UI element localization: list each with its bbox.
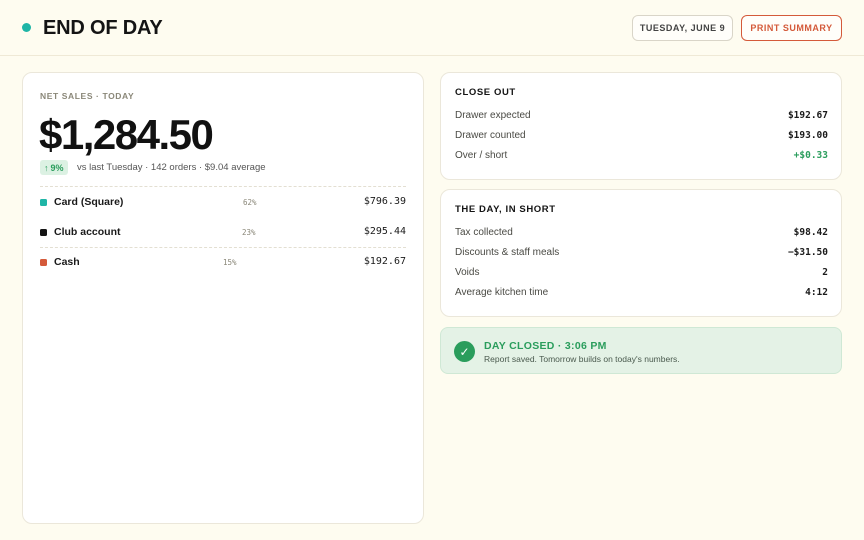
row-value: 4:12 xyxy=(805,287,828,298)
net-sales-eyebrow: NET SALES · TODAY xyxy=(40,91,135,101)
day-closed-banner: ✓ DAY CLOSED · 3:06 PM Report saved. Tom… xyxy=(440,327,842,374)
over-short-value: +$0.33 xyxy=(793,150,828,161)
row-value: 2 xyxy=(822,267,828,278)
method-amount: $796.39 xyxy=(363,196,406,207)
payment-method-row: Club account 23% $295.44 xyxy=(40,225,406,241)
summary-row: Discounts & staff meals −$31.50 xyxy=(455,247,828,261)
page-title: END OF DAY xyxy=(43,17,163,39)
row-value: −$31.50 xyxy=(787,247,828,258)
net-sales-card: NET SALES · TODAY $1,284.50 ↑ 9% vs last… xyxy=(22,72,424,524)
row-value: $193.00 xyxy=(787,130,828,141)
club-swatch-icon xyxy=(40,229,47,236)
method-share: 23% xyxy=(242,228,256,237)
method-share: 15% xyxy=(223,258,237,267)
arrow-up-icon: ↑ xyxy=(44,162,49,173)
card-title: THE DAY, IN SHORT xyxy=(455,204,556,215)
date-button[interactable]: TUESDAY, JUNE 9 xyxy=(632,15,733,41)
row-label: Drawer expected xyxy=(455,110,531,121)
row-label: Average kitchen time xyxy=(455,287,549,298)
close-out-card: CLOSE OUT Drawer expected $192.67 Drawer… xyxy=(440,72,842,180)
method-name: Card (Square) xyxy=(54,196,124,208)
row-label: Over / short xyxy=(455,150,508,161)
payment-method-row: Card (Square) 62% $796.39 xyxy=(40,195,406,211)
net-sales-total: $1,284.50 xyxy=(39,111,214,158)
header-bar: END OF DAY TUESDAY, JUNE 9 PRINT SUMMARY xyxy=(0,0,864,56)
row-label: Tax collected xyxy=(455,227,513,238)
check-icon: ✓ xyxy=(454,341,475,362)
summary-row: Tax collected $98.42 xyxy=(455,227,828,241)
row-label: Discounts & staff meals xyxy=(455,247,560,258)
close-out-row: Over / short +$0.33 xyxy=(455,150,828,164)
day-summary-card: THE DAY, IN SHORT Tax collected $98.42 D… xyxy=(440,189,842,317)
print-summary-button[interactable]: PRINT SUMMARY xyxy=(741,15,842,41)
method-amount: $192.67 xyxy=(363,256,406,267)
row-value: $98.42 xyxy=(793,227,828,238)
close-out-row: Drawer expected $192.67 xyxy=(455,110,828,124)
divider xyxy=(40,247,406,248)
close-out-row: Drawer counted $193.00 xyxy=(455,130,828,144)
summary-row: Average kitchen time 4:12 xyxy=(455,287,828,301)
method-name: Club account xyxy=(54,226,121,238)
row-value: $192.67 xyxy=(787,110,828,121)
method-share: 62% xyxy=(243,198,257,207)
day-closed-message: Report saved. Tomorrow builds on today's… xyxy=(484,354,680,364)
change-badge: ↑ 9% xyxy=(40,160,68,175)
method-amount: $295.44 xyxy=(363,226,406,237)
change-value: 9% xyxy=(50,162,64,173)
day-closed-title: DAY CLOSED · 3:06 PM xyxy=(484,340,607,352)
payment-method-row: Cash 15% $192.67 xyxy=(40,255,406,271)
row-label: Drawer counted xyxy=(455,130,526,141)
divider xyxy=(40,186,406,187)
comparison-text: vs last Tuesday · 142 orders · $9.04 ave… xyxy=(77,162,266,173)
method-name: Cash xyxy=(54,256,80,268)
row-label: Voids xyxy=(455,267,480,278)
card-title: CLOSE OUT xyxy=(455,87,516,98)
summary-row: Voids 2 xyxy=(455,267,828,281)
status-dot-icon xyxy=(22,23,31,32)
card-swatch-icon xyxy=(40,199,47,206)
cash-swatch-icon xyxy=(40,259,47,266)
